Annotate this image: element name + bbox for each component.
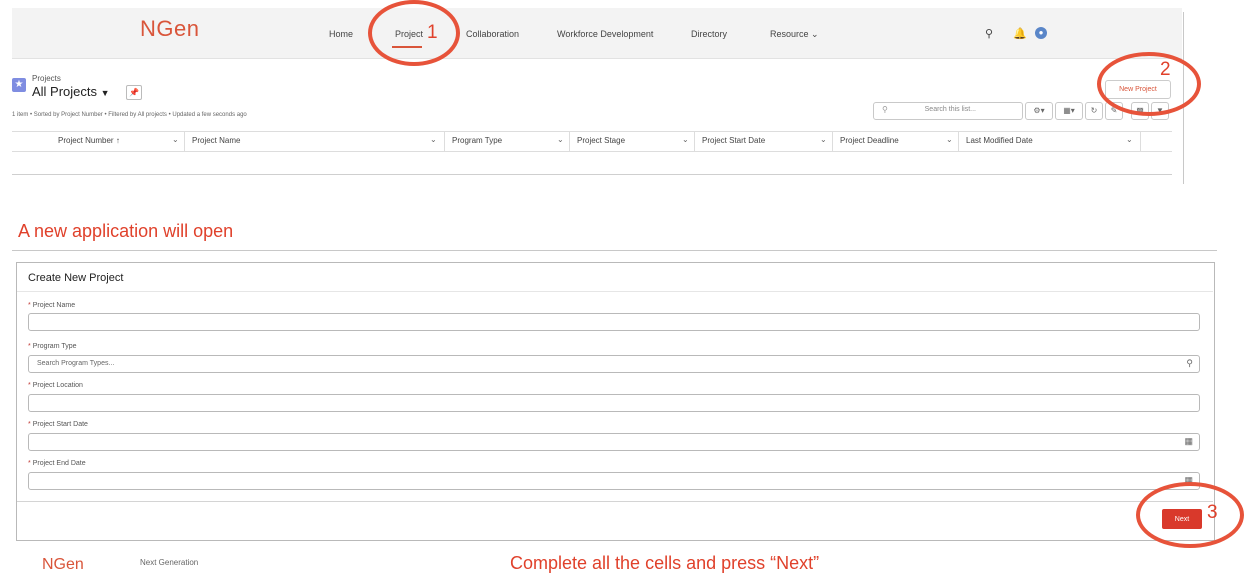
table-bottom-border xyxy=(12,174,1172,175)
ngen-logo[interactable]: NGen xyxy=(140,16,199,42)
column-divider xyxy=(694,132,695,151)
program-type-lookup[interactable]: Search Program Types... ⚲ xyxy=(28,355,1200,373)
footer-tagline: Next Generation xyxy=(140,558,199,567)
project-end-date-label: * Project End Date xyxy=(28,460,86,467)
settings-dropdown-button[interactable]: ⚙▾ xyxy=(1025,102,1053,120)
form-title-divider xyxy=(17,291,1213,292)
step2-highlight-circle xyxy=(1097,52,1201,116)
chevron-down-icon[interactable]: ⌄ xyxy=(946,135,953,144)
section-divider xyxy=(12,250,1217,251)
caption-complete-cells: Complete all the cells and press “Next” xyxy=(510,553,820,573)
program-type-label: * Program Type xyxy=(28,343,77,350)
chevron-down-icon: ⌄ xyxy=(811,29,819,39)
chevron-down-icon[interactable]: ⌄ xyxy=(682,135,689,144)
nav-resource-label: Resource xyxy=(770,29,809,39)
chevron-down-icon[interactable]: ⌄ xyxy=(430,135,437,144)
column-divider xyxy=(832,132,833,151)
footer-logo: NGen xyxy=(42,556,84,573)
table-icon: ▦ xyxy=(1063,106,1071,115)
form-footer-divider xyxy=(17,501,1213,502)
project-name-input[interactable] xyxy=(28,313,1200,331)
nav-home[interactable]: Home xyxy=(329,29,353,39)
gear-icon: ⚙ xyxy=(1033,106,1041,115)
caption-new-application: A new application will open xyxy=(18,221,234,241)
step3-number: 3 xyxy=(1207,502,1218,523)
column-divider xyxy=(444,132,445,151)
nav-resource[interactable]: Resource ⌄ xyxy=(770,29,819,40)
field-label-text: Project End Date xyxy=(32,460,86,467)
search-placeholder: Search this list... xyxy=(924,106,976,113)
column-divider xyxy=(958,132,959,151)
program-type-placeholder: Search Program Types... xyxy=(37,360,115,367)
step1-highlight-circle xyxy=(368,0,460,66)
col-last-modified-date[interactable]: Last Modified Date xyxy=(966,136,1033,145)
projects-star-icon: ★ xyxy=(12,78,26,92)
project-name-label: * Project Name xyxy=(28,302,75,309)
refresh-button[interactable]: ↻ xyxy=(1085,102,1103,120)
list-view-selector[interactable]: All Projects ▼ xyxy=(32,84,110,99)
project-start-date-label: * Project Start Date xyxy=(28,421,88,428)
search-list-input[interactable]: ⚲ Search this list... xyxy=(873,102,1023,120)
chevron-down-icon[interactable]: ⌄ xyxy=(820,135,827,144)
col-project-number[interactable]: Project Number ↑ xyxy=(58,136,120,145)
column-divider xyxy=(1140,132,1141,151)
col-program-type[interactable]: Program Type xyxy=(452,136,502,145)
required-mark: * xyxy=(28,343,31,350)
step1-number: 1 xyxy=(427,22,438,43)
search-icon: ⚲ xyxy=(1186,358,1193,368)
bell-icon[interactable]: 🔔 xyxy=(1013,27,1027,40)
list-meta: 1 item • Sorted by Project Number • Filt… xyxy=(12,112,247,118)
search-icon: ⚲ xyxy=(882,105,888,114)
refresh-icon: ↻ xyxy=(1090,106,1098,115)
step3-highlight-circle xyxy=(1136,482,1244,548)
user-avatar-icon[interactable]: ● xyxy=(1035,27,1047,39)
nav-collaboration[interactable]: Collaboration xyxy=(466,29,519,39)
step2-number: 2 xyxy=(1160,59,1171,80)
col-project-start-date[interactable]: Project Start Date xyxy=(702,136,765,145)
chevron-down-icon[interactable]: ⌄ xyxy=(1126,135,1133,144)
chevron-down-icon[interactable]: ⌄ xyxy=(557,135,564,144)
project-location-label: * Project Location xyxy=(28,382,83,389)
required-mark: * xyxy=(28,302,31,309)
table-header: Project Number ↑ ⌄ Project Name ⌄ Progra… xyxy=(12,131,1172,152)
required-mark: * xyxy=(28,382,31,389)
column-divider xyxy=(184,132,185,151)
form-title: Create New Project xyxy=(28,272,124,284)
field-label-text: Project Start Date xyxy=(32,421,88,428)
chevron-down-icon[interactable]: ⌄ xyxy=(172,135,179,144)
nav-directory[interactable]: Directory xyxy=(691,29,727,39)
field-label-text: Program Type xyxy=(32,343,77,350)
col-project-deadline[interactable]: Project Deadline xyxy=(840,136,899,145)
required-mark: * xyxy=(28,421,31,428)
pin-icon[interactable]: 📌 xyxy=(126,85,142,100)
project-end-date-input[interactable]: ▦ xyxy=(28,472,1200,490)
column-divider xyxy=(569,132,570,151)
col-project-name[interactable]: Project Name xyxy=(192,136,240,145)
nav-workforce-development[interactable]: Workforce Development xyxy=(557,29,653,39)
project-start-date-input[interactable]: ▦ xyxy=(28,433,1200,451)
required-mark: * xyxy=(28,460,31,467)
list-view-name: All Projects xyxy=(32,84,98,99)
logo-text: NGen xyxy=(140,16,200,41)
col-project-stage[interactable]: Project Stage xyxy=(577,136,625,145)
calendar-icon[interactable]: ▦ xyxy=(1184,436,1193,447)
project-location-input[interactable] xyxy=(28,394,1200,412)
search-icon[interactable]: ⚲ xyxy=(985,27,993,40)
display-as-dropdown-button[interactable]: ▦▾ xyxy=(1055,102,1083,120)
object-label: Projects xyxy=(32,74,61,83)
sort-up-icon: ↑ xyxy=(115,136,120,145)
field-label-text: Project Name xyxy=(32,302,76,309)
col-label: Project Number xyxy=(58,136,114,145)
caret-down-icon: ▼ xyxy=(100,88,110,98)
field-label-text: Project Location xyxy=(32,382,83,389)
